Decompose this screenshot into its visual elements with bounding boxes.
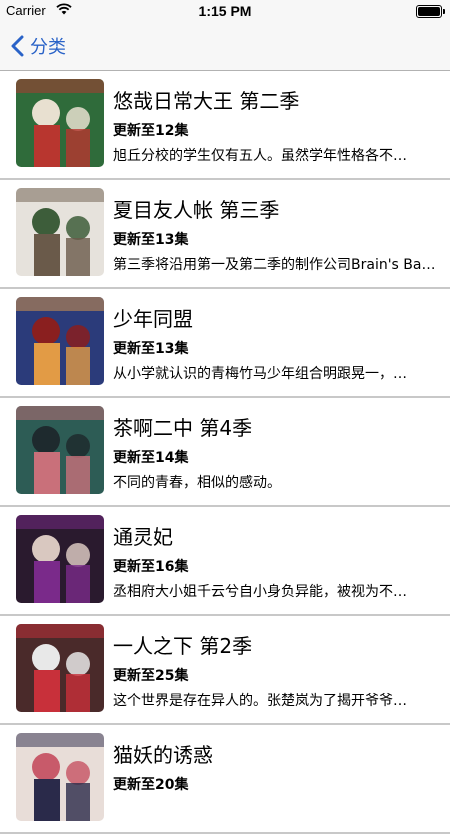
episode-count: 更新至13集 <box>113 341 189 357</box>
item-description: 旭丘分校的学生仅有五人。虽然学年性格各不… <box>113 148 407 164</box>
item-description: 第三季将沿用第一及第二季的制作公司Brain's Base… <box>113 257 437 273</box>
cover-image <box>16 406 104 494</box>
back-button-label: 分类 <box>30 37 66 58</box>
cover-image <box>16 733 104 821</box>
item-title: 一人之下 第2季 <box>113 634 253 658</box>
battery-icon <box>416 5 445 18</box>
list-item[interactable]: 猫妖的诱惑 更新至20集 <box>0 725 450 834</box>
item-title: 通灵妃 <box>113 525 173 549</box>
item-description: 不同的青春，相似的感动。 <box>113 475 281 491</box>
episode-count: 更新至12集 <box>113 123 189 139</box>
cover-image <box>16 188 104 276</box>
item-description: 从小学就认识的青梅竹马少年组合明跟晃一，… <box>113 366 407 382</box>
list-item[interactable]: 夏目友人帐 第三季 更新至13集 第三季将沿用第一及第二季的制作公司Brain'… <box>0 180 450 289</box>
episode-count: 更新至14集 <box>113 450 189 466</box>
status-bar: Carrier 1:15 PM <box>0 0 450 22</box>
list-item[interactable]: 通灵妃 更新至16集 丞相府大小姐千云兮自小身负异能，被视为不… <box>0 507 450 616</box>
cover-image <box>16 297 104 385</box>
item-title: 夏目友人帐 第三季 <box>113 198 280 222</box>
item-title: 猫妖的诱惑 <box>113 743 213 767</box>
clock: 1:15 PM <box>198 3 252 19</box>
navigation-bar: 分类 <box>0 22 450 71</box>
back-button[interactable]: 分类 <box>10 32 66 60</box>
list-item[interactable]: 少年同盟 更新至13集 从小学就认识的青梅竹马少年组合明跟晃一，… <box>0 289 450 398</box>
cover-image <box>16 624 104 712</box>
list-item[interactable]: 悠哉日常大王 第二季 更新至12集 旭丘分校的学生仅有五人。虽然学年性格各不… <box>0 71 450 180</box>
item-title: 茶啊二中 第4季 <box>113 416 253 440</box>
episode-count: 更新至13集 <box>113 232 189 248</box>
anime-list: 悠哉日常大王 第二季 更新至12集 旭丘分校的学生仅有五人。虽然学年性格各不… … <box>0 71 450 834</box>
item-title: 少年同盟 <box>113 307 193 331</box>
list-item[interactable]: 一人之下 第2季 更新至25集 这个世界是存在异人的。张楚岚为了揭开爷爷… <box>0 616 450 725</box>
cover-image <box>16 79 104 167</box>
item-description: 这个世界是存在异人的。张楚岚为了揭开爷爷… <box>113 693 407 709</box>
chevron-left-icon <box>11 35 24 57</box>
episode-count: 更新至20集 <box>113 777 189 793</box>
cover-image <box>16 515 104 603</box>
list-item[interactable]: 茶啊二中 第4季 更新至14集 不同的青春，相似的感动。 <box>0 398 450 507</box>
item-title: 悠哉日常大王 第二季 <box>113 89 300 113</box>
item-description: 丞相府大小姐千云兮自小身负异能，被视为不… <box>113 584 407 600</box>
episode-count: 更新至16集 <box>113 559 189 575</box>
episode-count: 更新至25集 <box>113 668 189 684</box>
